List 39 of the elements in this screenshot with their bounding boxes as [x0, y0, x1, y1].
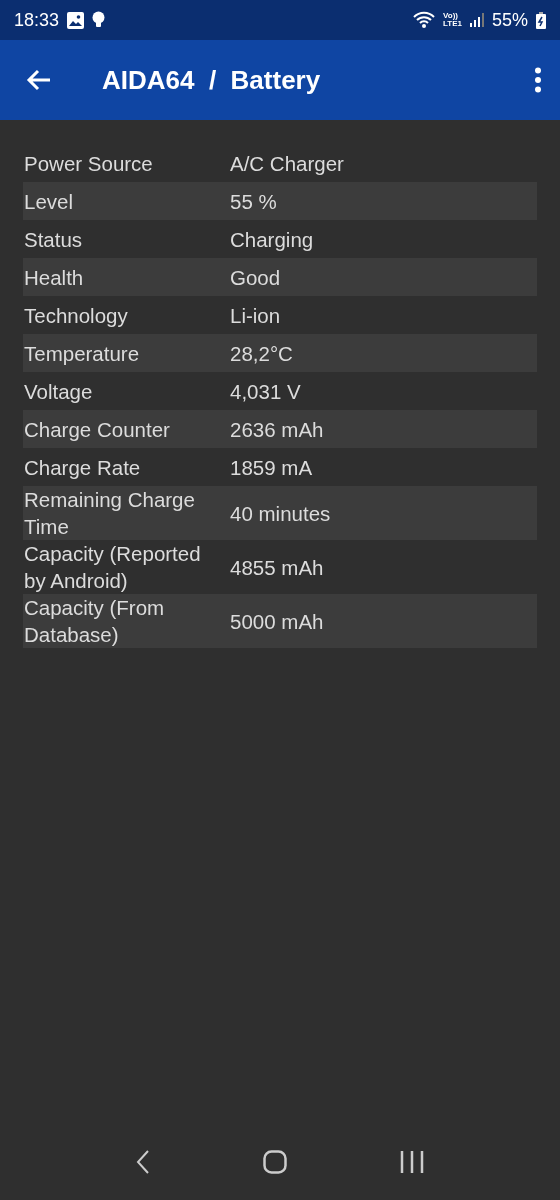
signal-icon [469, 13, 484, 27]
more-options-button[interactable] [534, 67, 542, 93]
volte-label: Vo)) [443, 12, 458, 20]
row-label: Capacity (From Database) [23, 595, 166, 648]
lightbulb-icon [92, 11, 106, 29]
image-icon [67, 11, 85, 29]
row-label: Status [23, 226, 84, 253]
back-button[interactable] [26, 68, 52, 92]
row-value: 2636 mAh [229, 416, 325, 443]
row-value: 5000 mAh [229, 608, 325, 635]
row-value: 1859 mA [229, 454, 314, 481]
lte-label: LTE1 [443, 20, 462, 28]
status-time: 18:33 [14, 9, 60, 31]
row-value: 28,2°C [229, 340, 294, 367]
recents-nav-button[interactable] [399, 1150, 424, 1174]
row-value: A/C Charger [229, 150, 345, 177]
row-label: Voltage [23, 378, 94, 405]
row-label: Technology [23, 302, 129, 329]
row-value: 40 minutes [229, 500, 332, 527]
row-value: Li-ion [229, 302, 282, 329]
row-value: Charging [229, 226, 315, 253]
back-nav-button[interactable] [136, 1150, 151, 1174]
row-label: Power Source [23, 150, 154, 177]
row-label: Remaining Charge Time [23, 487, 196, 540]
row-value: 55 % [229, 188, 278, 215]
row-label: Temperature [23, 340, 141, 367]
row-label: Charge Counter [23, 416, 171, 443]
page-title: AIDA64 / Battery [102, 64, 321, 96]
battery-charging-icon [536, 11, 546, 29]
row-label: Health [23, 264, 85, 291]
row-label: Capacity (Reported by Android) [23, 541, 202, 594]
row-label: Level [23, 188, 74, 215]
battery-percent: 55% [491, 9, 528, 31]
row-value: 4855 mAh [229, 554, 325, 581]
row-value: 4,031 V [229, 378, 302, 405]
wifi-icon [413, 11, 435, 29]
row-label: Charge Rate [23, 454, 142, 481]
home-nav-button[interactable] [263, 1150, 287, 1174]
row-value: Good [229, 264, 282, 291]
